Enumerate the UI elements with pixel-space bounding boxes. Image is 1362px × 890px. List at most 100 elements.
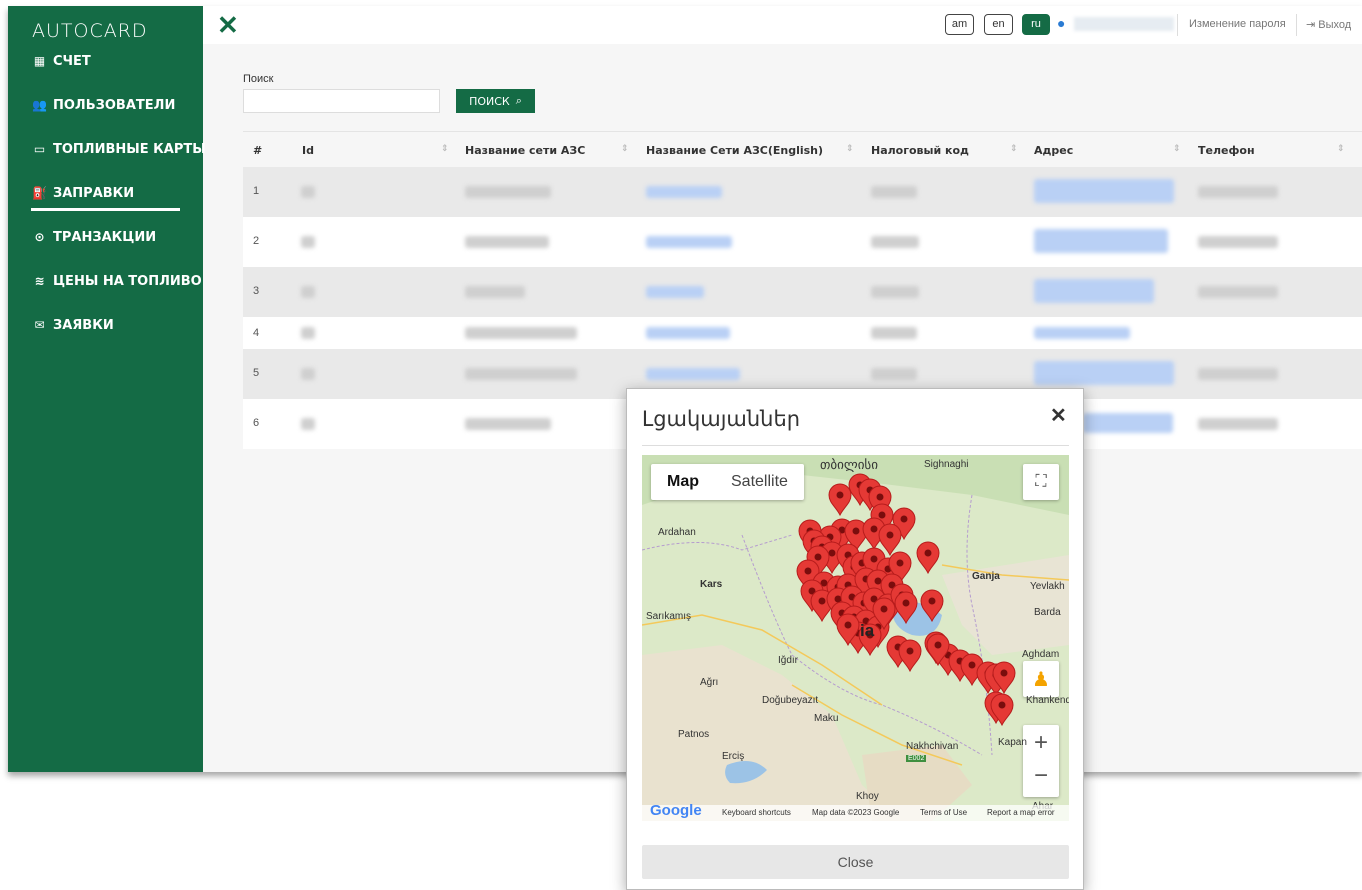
- zoom-out-icon[interactable]: −: [1034, 761, 1048, 797]
- column-header[interactable]: Налоговый код: [871, 144, 969, 157]
- sidebar-item-users[interactable]: 👥 ПОЛЬЗОВАТЕЛИ: [32, 94, 175, 116]
- station-marker[interactable]: [898, 639, 922, 673]
- map-type-map[interactable]: Map: [651, 464, 715, 500]
- redacted-cell: [871, 186, 917, 198]
- column-header[interactable]: Адрес: [1034, 144, 1073, 157]
- table-row[interactable]: 2: [243, 217, 1362, 267]
- table-row[interactable]: 4: [243, 317, 1362, 349]
- table-row[interactable]: 3: [243, 267, 1362, 317]
- redacted-cell: [301, 418, 315, 430]
- map-label: Ardahan: [658, 527, 696, 538]
- column-header[interactable]: Название Сети АЗС(English): [646, 144, 823, 157]
- map-view[interactable]: Map Satellite ⛶ ♟ + − თბილისი Sighnaghi …: [642, 455, 1069, 821]
- redacted-link[interactable]: [1034, 229, 1168, 253]
- column-header[interactable]: #: [253, 144, 262, 157]
- map-label: Patnos: [678, 729, 710, 740]
- redacted-link[interactable]: [1034, 361, 1174, 385]
- row-number: 1: [253, 185, 260, 197]
- redacted-cell: [1198, 368, 1278, 380]
- column-header[interactable]: Название сети АЗС: [465, 144, 585, 157]
- redacted-cell: [301, 286, 315, 298]
- sort-icon[interactable]: ⇕: [846, 144, 854, 154]
- lang-en-button[interactable]: en: [984, 14, 1013, 35]
- table-header: # Id ⇕ Название сети АЗС ⇕ Название Сети…: [243, 131, 1362, 167]
- redacted-cell: [1198, 286, 1278, 298]
- map-label: Ganja: [972, 571, 1000, 582]
- redacted-cell: [871, 327, 917, 339]
- sort-icon[interactable]: ⇕: [1010, 144, 1018, 154]
- sort-icon[interactable]: ⇕: [621, 144, 629, 154]
- map-label: Maku: [814, 713, 839, 724]
- redacted-cell: [465, 368, 577, 380]
- row-number: 5: [253, 367, 260, 379]
- sidebar-item-requests[interactable]: ✉ ЗАЯВКИ: [32, 314, 113, 336]
- map-type-satellite[interactable]: Satellite: [715, 464, 804, 500]
- report-error-link[interactable]: Report a map error: [987, 808, 1055, 817]
- database-icon: ≋: [34, 274, 45, 288]
- sidebar-item-label: ПОЛЬЗОВАТЕЛИ: [53, 97, 176, 113]
- station-marker[interactable]: [878, 523, 902, 557]
- sort-icon[interactable]: ⇕: [441, 144, 449, 154]
- fullscreen-icon[interactable]: ⛶: [1023, 464, 1059, 500]
- sidebar-item-label: ЦЕНЫ НА ТОПЛИВО: [53, 273, 202, 289]
- map-data-text: Map data ©2023 Google: [812, 808, 900, 817]
- sidebar-item-fuel-prices[interactable]: ≋ ЦЕНЫ НА ТОПЛИВО: [32, 270, 202, 292]
- redacted-link[interactable]: [1034, 279, 1154, 303]
- sidebar-item-transactions[interactable]: ⊙ ТРАНЗАКЦИИ: [32, 226, 156, 248]
- map-label: Sarıkamış: [646, 611, 692, 622]
- redacted-cell: [871, 368, 917, 380]
- redacted-link[interactable]: [646, 286, 704, 298]
- redacted-link[interactable]: [646, 368, 740, 380]
- modal-title: Լցակայաններ: [642, 407, 801, 431]
- column-header[interactable]: Id: [302, 144, 314, 157]
- terms-link[interactable]: Terms of Use: [920, 808, 967, 817]
- station-marker[interactable]: [894, 591, 918, 625]
- map-type-control: Map Satellite: [651, 464, 804, 500]
- redacted-cell: [301, 327, 315, 339]
- redacted-link[interactable]: [1034, 327, 1130, 339]
- redacted-link[interactable]: [646, 236, 732, 248]
- redacted-cell: [871, 286, 919, 298]
- row-number: 4: [253, 327, 260, 339]
- row-number: 2: [253, 235, 260, 247]
- redacted-link[interactable]: [1034, 179, 1174, 203]
- close-icon[interactable]: ✕: [217, 10, 239, 41]
- keyboard-shortcuts-link[interactable]: Keyboard shortcuts: [722, 808, 791, 817]
- sidebar-item-fuel-cards[interactable]: ▭ ТОПЛИВНЫЕ КАРТЫ: [32, 138, 206, 160]
- sidebar-item-label: ЗАПРАВКИ: [53, 185, 135, 201]
- column-header[interactable]: Телефон: [1198, 144, 1255, 157]
- map-label: ia: [860, 621, 875, 640]
- map-label: Yevlakh: [1030, 581, 1065, 592]
- logout-link[interactable]: ⇥ Выход: [1306, 18, 1351, 31]
- lang-am-button[interactable]: am: [945, 14, 974, 35]
- map-label: Doğubeyazıt: [762, 695, 819, 706]
- search-button-label: ПОИСК: [469, 94, 510, 108]
- user-name: [1074, 17, 1174, 31]
- sort-icon[interactable]: ⇕: [1337, 144, 1345, 154]
- lang-ru-button[interactable]: ru: [1022, 14, 1050, 35]
- close-icon[interactable]: ✕: [1050, 403, 1067, 428]
- close-button[interactable]: Close: [642, 845, 1069, 879]
- search-button[interactable]: ПОИСК ⌕: [456, 89, 535, 113]
- redacted-cell: [465, 418, 551, 430]
- redacted-link[interactable]: [646, 327, 730, 339]
- search-input[interactable]: [243, 89, 440, 113]
- zoom-in-icon[interactable]: +: [1034, 725, 1048, 761]
- redacted-cell: [465, 286, 525, 298]
- active-indicator: [31, 208, 180, 211]
- redacted-link[interactable]: [646, 186, 722, 198]
- divider: [642, 445, 1069, 446]
- station-marker[interactable]: [920, 589, 944, 623]
- change-password-link[interactable]: Изменение пароля: [1189, 18, 1286, 30]
- station-marker[interactable]: [916, 541, 940, 575]
- sort-icon[interactable]: ⇕: [1173, 144, 1181, 154]
- sidebar-item-account[interactable]: ▦ СЧЕТ: [32, 50, 91, 72]
- table-row[interactable]: 1: [243, 167, 1362, 217]
- redacted-cell: [465, 236, 549, 248]
- station-marker[interactable]: [828, 483, 852, 517]
- pegman-icon[interactable]: ♟: [1023, 661, 1059, 697]
- sidebar-item-gas-stations[interactable]: ⛽ ЗАПРАВКИ: [32, 182, 134, 204]
- dashboard-icon: ▦: [33, 54, 46, 68]
- map-label: თბილისი: [820, 457, 878, 472]
- redacted-link[interactable]: [1083, 413, 1173, 433]
